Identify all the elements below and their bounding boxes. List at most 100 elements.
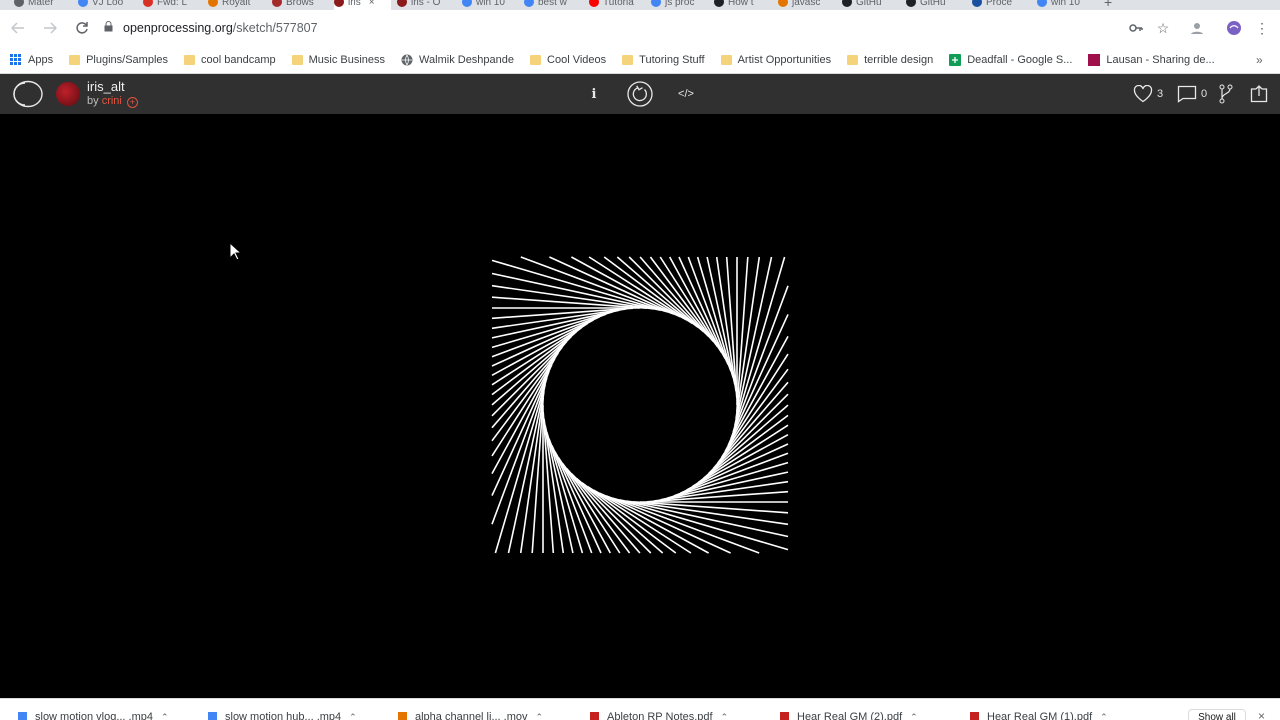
iris-sketch-canvas[interactable] — [0, 114, 1280, 698]
chevron-up-icon[interactable]: ⌃ — [910, 712, 918, 720]
tab-favicon-icon — [524, 0, 534, 7]
tab-favicon-icon — [906, 0, 916, 7]
bookmark-6[interactable]: Tutoring Stuff — [622, 53, 705, 66]
address-bar[interactable]: openprocessing.org/sketch/577807 — [92, 14, 1182, 42]
tab-favicon-icon — [334, 0, 344, 7]
profile-icon[interactable] — [1185, 16, 1209, 40]
tab-title: win 10 — [1051, 0, 1080, 8]
bookmarks-overflow-button[interactable]: » — [1256, 53, 1263, 67]
tab-title: Brows — [286, 0, 314, 8]
bookmark-2[interactable]: cool bandcamp — [184, 54, 276, 66]
bookmark-label: Artist Opportunities — [737, 53, 832, 66]
download-item[interactable]: alpha channel li... .mov ⌃ — [398, 711, 543, 720]
tab-favicon-icon — [208, 0, 218, 7]
folder-icon — [291, 54, 303, 65]
tab-title: GitHu — [920, 0, 946, 8]
tab-close-icon[interactable]: × — [369, 0, 375, 8]
sketch-canvas-area[interactable] — [0, 114, 1280, 698]
chevron-up-icon[interactable]: ⌃ — [536, 712, 544, 720]
new-tab-button[interactable]: + — [1104, 0, 1112, 10]
download-item[interactable]: Ableton RP Notes.pdf ⌃ — [590, 711, 728, 720]
tab-title: Royalt — [222, 0, 251, 8]
tab-title: win 10 — [476, 0, 505, 8]
tab-2[interactable]: Fwd: L — [143, 0, 202, 10]
comment-icon — [1177, 85, 1197, 103]
tab-11[interactable]: How t — [714, 0, 772, 10]
google-sheets-icon — [949, 53, 962, 66]
bookmark-5[interactable]: Cool Videos — [530, 54, 606, 66]
show-all-downloads-button[interactable]: Show all — [1188, 709, 1246, 720]
url-path: /sketch/577807 — [232, 21, 318, 35]
info-button[interactable]: i — [587, 82, 601, 106]
tab-12[interactable]: javasc — [778, 0, 836, 10]
bookmark-4[interactable]: Walmik Deshpande — [401, 54, 514, 66]
author-link[interactable]: crini — [102, 95, 122, 107]
tab-favicon-icon — [1037, 0, 1047, 7]
comments-button[interactable]: 0 — [1177, 82, 1207, 106]
tab-favicon-icon — [651, 0, 661, 7]
tab-14[interactable]: GitHu — [906, 0, 966, 10]
tab-title: iris - O — [411, 0, 441, 8]
extension-icon[interactable] — [1222, 16, 1246, 40]
downloads-shelf: Show all × slow motion vlog... .mp4 ⌃ slow… — [0, 698, 1280, 720]
file-icon — [18, 711, 27, 720]
back-button[interactable] — [4, 14, 32, 42]
restart-button[interactable] — [626, 81, 654, 107]
share-button[interactable] — [1250, 82, 1268, 106]
tab-0[interactable]: Mater — [14, 0, 72, 10]
heart-icon — [1133, 85, 1153, 103]
bookmark-label: Tutoring Stuff — [639, 53, 705, 66]
bookmark-star-icon[interactable]: ☆ — [1151, 16, 1175, 40]
author-avatar[interactable] — [56, 82, 80, 106]
close-downloads-icon[interactable]: × — [1258, 709, 1265, 720]
like-button[interactable]: 3 — [1133, 82, 1163, 106]
download-item[interactable]: slow motion hub... .mp4 ⌃ — [208, 711, 357, 720]
bookmark-3[interactable]: Music Business — [291, 54, 385, 66]
tab-7[interactable]: win 10 — [462, 0, 518, 10]
bookmark-9[interactable]: Deadfall - Google S... — [949, 53, 1072, 66]
download-filename: Hear Real GM (2).pdf — [797, 711, 903, 720]
tab-8[interactable]: best w — [524, 0, 583, 10]
sketch-byline: by crini + — [87, 95, 138, 108]
bookmark-8[interactable]: terrible design — [847, 54, 933, 66]
bookmark-1[interactable]: Plugins/Samples — [69, 54, 168, 66]
arrow-left-icon — [11, 22, 24, 34]
iris-ray — [554, 451, 612, 554]
menu-icon[interactable]: ⋮ — [1250, 16, 1274, 40]
forward-button[interactable] — [36, 14, 64, 42]
bookmark-10[interactable]: Lausan - Sharing de... — [1088, 53, 1215, 66]
tab-15[interactable]: Proce — [972, 0, 1031, 10]
tab-10[interactable]: js proc — [651, 0, 708, 10]
iris-ray — [725, 256, 738, 399]
chevron-up-icon[interactable]: ⌃ — [349, 712, 357, 720]
bookmark-7[interactable]: Artist Opportunities — [720, 53, 832, 66]
bookmark-0[interactable]: Apps — [10, 53, 53, 66]
tab-1[interactable]: VJ Loo — [78, 0, 137, 10]
tab-3[interactable]: Royalt — [208, 0, 266, 10]
folder-icon — [622, 54, 634, 65]
openprocessing-logo-icon[interactable] — [13, 80, 43, 108]
chevron-up-icon[interactable]: ⌃ — [161, 712, 169, 720]
fork-button[interactable] — [1218, 82, 1234, 106]
follow-plus-icon[interactable]: + — [126, 97, 138, 108]
download-item[interactable]: slow motion vlog... .mp4 ⌃ — [18, 711, 169, 720]
tab-5[interactable]: iris × — [334, 0, 391, 10]
code-button[interactable]: </> — [674, 82, 698, 106]
tab-4[interactable]: Brows — [272, 0, 328, 10]
bookmark-label: Lausan - Sharing de... — [1106, 53, 1215, 66]
tab-favicon-icon — [778, 0, 788, 7]
key-icon[interactable] — [1124, 16, 1148, 40]
chevron-up-icon[interactable]: ⌃ — [1100, 712, 1108, 720]
iris-ray — [653, 480, 789, 502]
lausan-icon — [1088, 53, 1101, 66]
download-item[interactable]: Hear Real GM (1).pdf ⌃ — [970, 711, 1108, 720]
tab-16[interactable]: win 10 — [1037, 0, 1095, 10]
folder-icon — [69, 54, 81, 65]
tab-title: Tutoria — [603, 0, 634, 8]
tab-6[interactable]: iris - O — [397, 0, 456, 10]
tab-13[interactable]: GitHu — [842, 0, 900, 10]
download-item[interactable]: Hear Real GM (2).pdf ⌃ — [780, 711, 918, 720]
tab-9[interactable]: Tutoria — [589, 0, 645, 10]
chevron-up-icon[interactable]: ⌃ — [721, 712, 729, 720]
tab-title: best w — [538, 0, 567, 8]
